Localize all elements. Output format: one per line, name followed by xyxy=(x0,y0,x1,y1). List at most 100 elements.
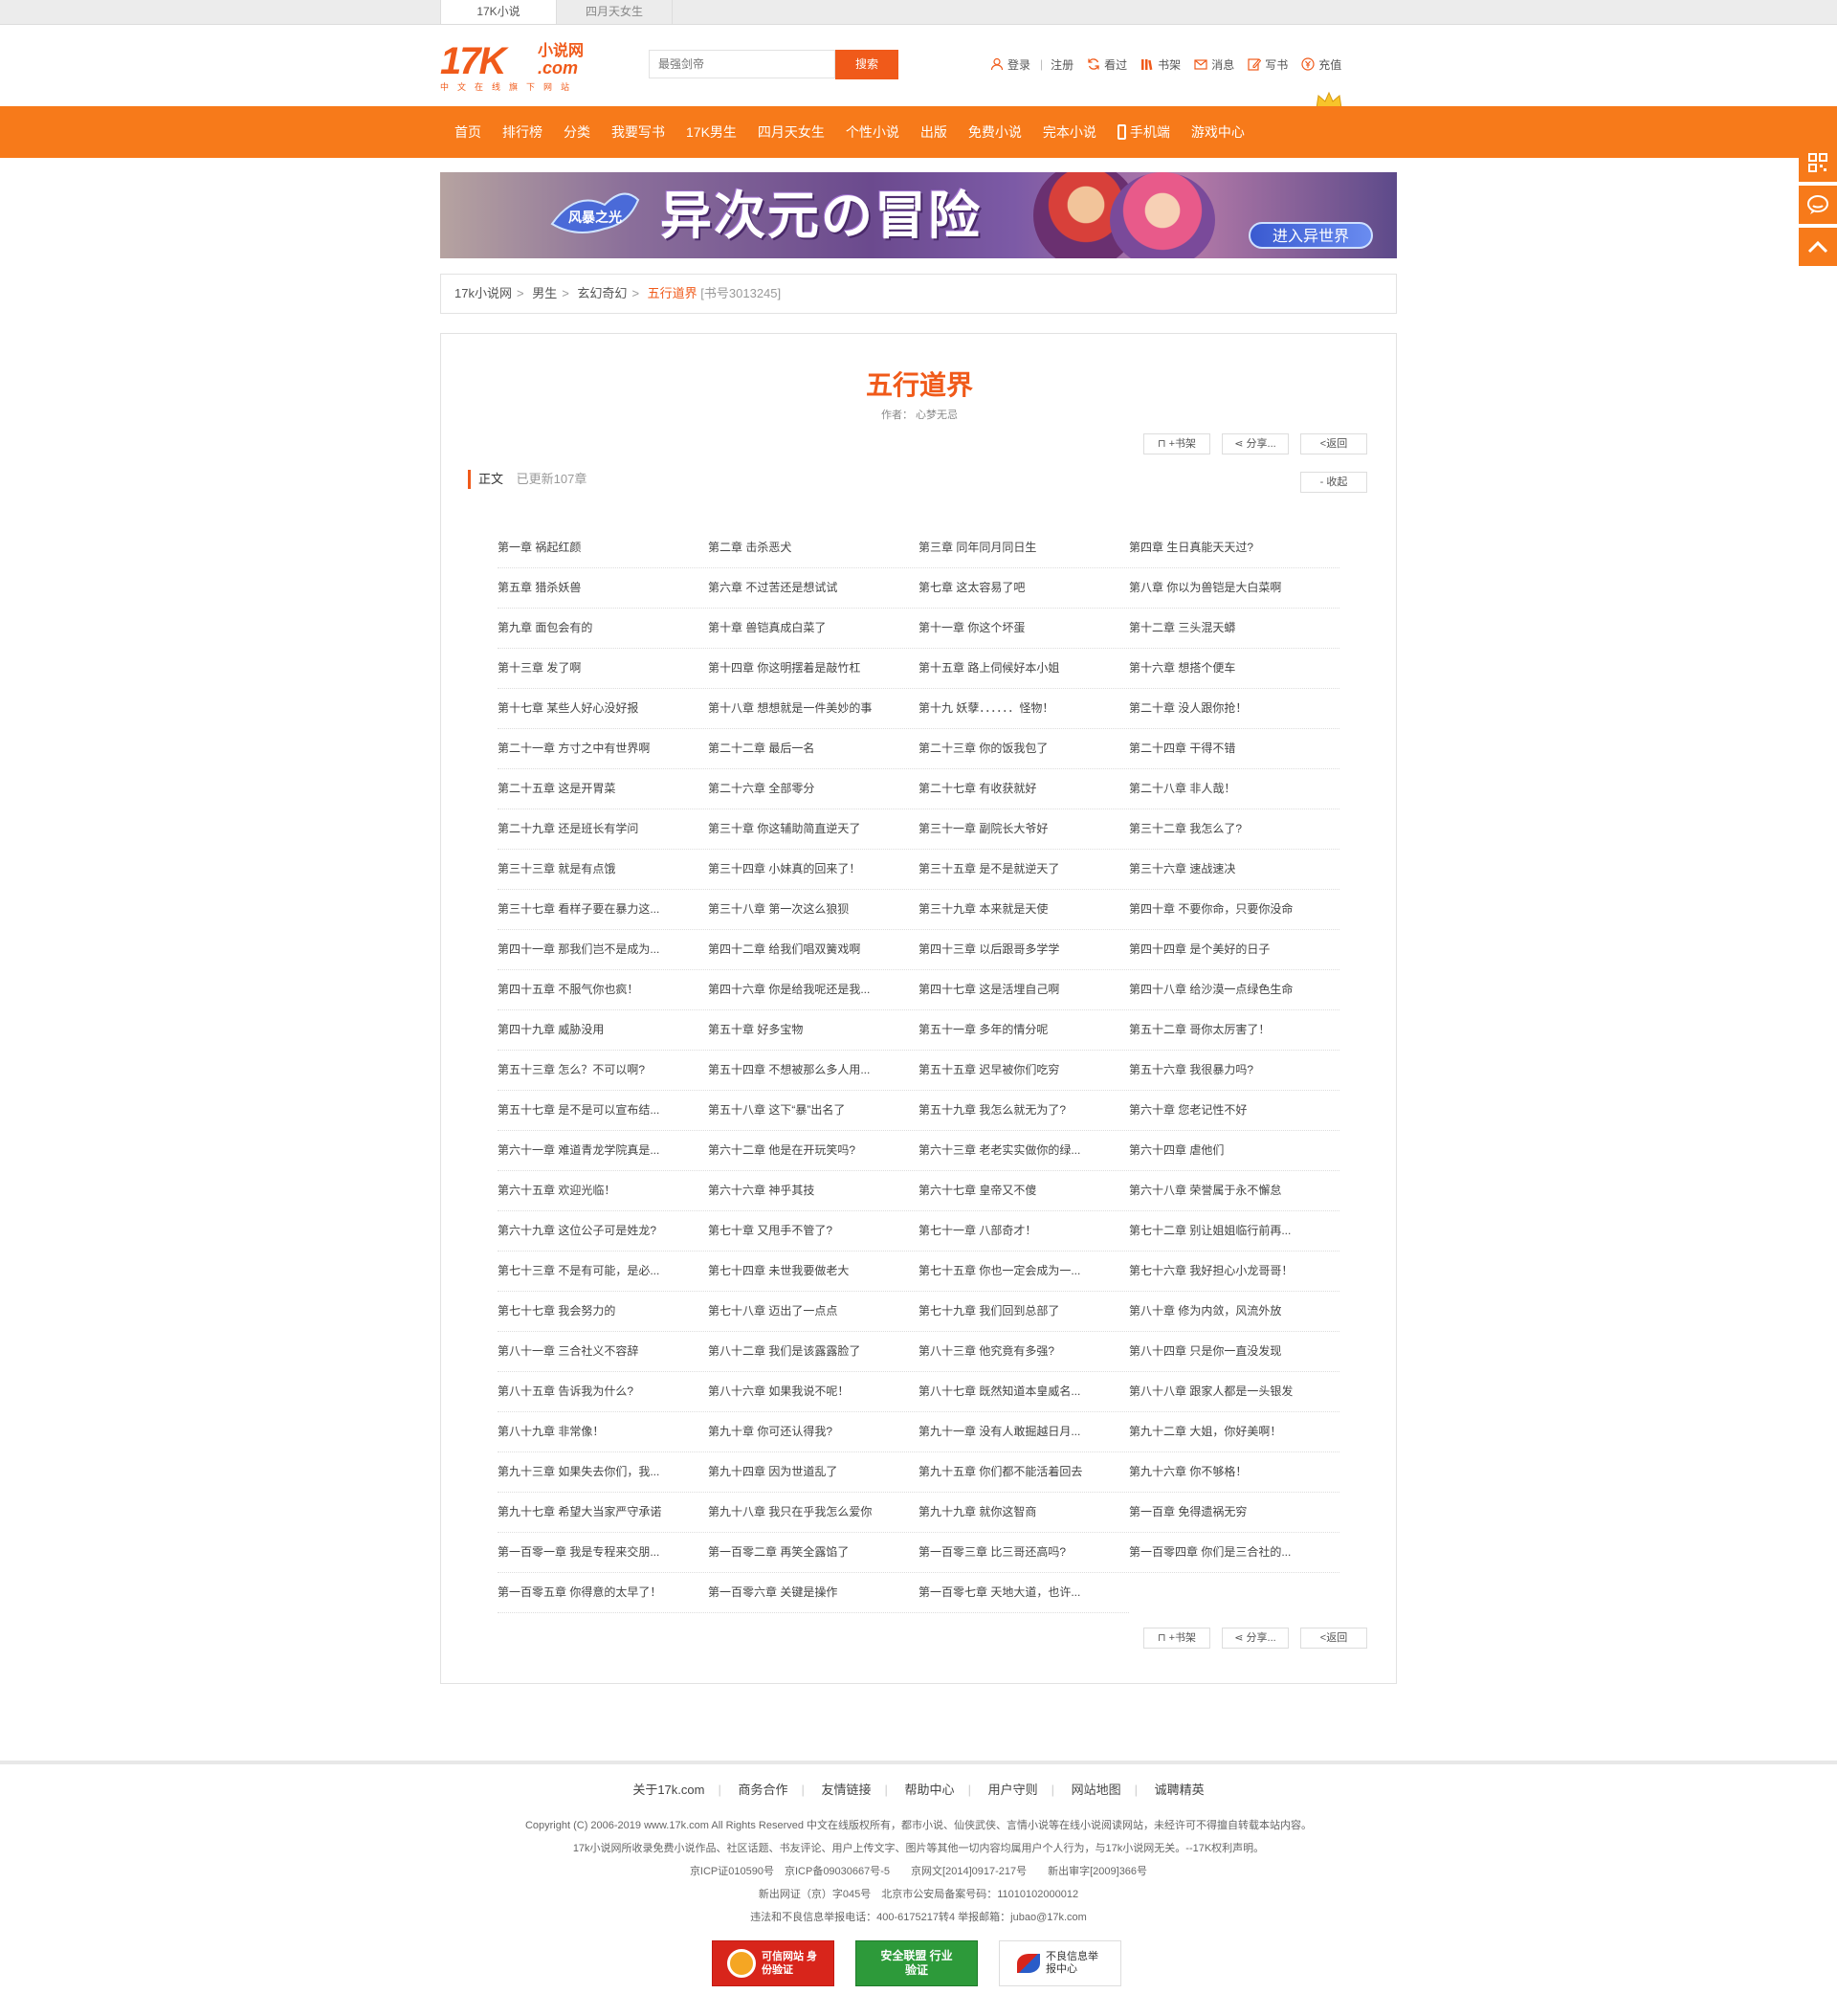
chapter-link[interactable]: 第三十八章 第一次这么狼狈 xyxy=(708,890,918,929)
crumb-book[interactable]: 五行道界 xyxy=(648,286,697,300)
chapter-link[interactable]: 第一百零五章 你得意的太早了！ xyxy=(498,1573,708,1612)
chapter-link[interactable]: 第十章 兽铠真成白菜了 xyxy=(708,609,918,648)
chapter-link[interactable]: 第九十五章 你们都不能活着回去 xyxy=(918,1452,1129,1492)
search-button[interactable]: 搜索 xyxy=(835,50,898,79)
recharge-link[interactable]: 充值 xyxy=(1301,56,1341,73)
chapter-link[interactable]: 第四十六章 你是给我呢还是我... xyxy=(708,970,918,1009)
chapter-link[interactable]: 第七章 这太容易了吧 xyxy=(918,568,1129,608)
crumb-home[interactable]: 17k小说网 xyxy=(454,286,512,300)
crumb-channel[interactable]: 男生 xyxy=(532,286,557,300)
chapter-link[interactable]: 第三章 同年同月同日生 xyxy=(918,528,1129,567)
chapter-link[interactable]: 第八章 你以为兽铠是大白菜啊 xyxy=(1129,568,1339,608)
chapter-link[interactable]: 第七十六章 我好担心小龙哥哥！ xyxy=(1129,1252,1339,1291)
footer-link-about[interactable]: 关于17k.com xyxy=(632,1783,704,1797)
chapter-link[interactable]: 第十六章 想搭个便车 xyxy=(1129,649,1339,688)
chapter-link[interactable]: 第八十九章 非常像！ xyxy=(498,1412,708,1451)
chapter-link[interactable]: 第三十一章 副院长大爷好 xyxy=(918,809,1129,849)
chapter-link[interactable]: 第八十章 修为内敛，风流外放 xyxy=(1129,1292,1339,1331)
nav-female[interactable]: 四月天女生 xyxy=(758,106,825,158)
chapter-link[interactable]: 第一百零二章 再笑全露馅了 xyxy=(708,1533,918,1572)
chapter-link[interactable]: 第六十一章 难道青龙学院真是... xyxy=(498,1131,708,1170)
chapter-link[interactable]: 第一百零四章 你们是三合社的... xyxy=(1129,1533,1339,1572)
chapter-link[interactable]: 第六十七章 皇帝又不傻 xyxy=(918,1171,1129,1210)
nav-write[interactable]: 我要写书 xyxy=(611,106,665,158)
chapter-link[interactable]: 第九十九章 就你这智商 xyxy=(918,1493,1129,1532)
service-button[interactable] xyxy=(1799,186,1837,224)
chapter-link[interactable]: 第七十一章 八部奇才！ xyxy=(918,1211,1129,1251)
chapter-link[interactable]: 第三十六章 速战速决 xyxy=(1129,850,1339,889)
chapter-link[interactable]: 第六十六章 神乎其技 xyxy=(708,1171,918,1210)
chapter-link[interactable]: 第二十章 没人跟你抢！ xyxy=(1129,689,1339,728)
chapter-link[interactable]: 第二十八章 非人哉！ xyxy=(1129,769,1339,809)
login-link[interactable]: 登录 xyxy=(990,56,1030,73)
nav-home[interactable]: 首页 xyxy=(454,106,481,158)
chapter-link[interactable]: 第十五章 路上伺候好本小姐 xyxy=(918,649,1129,688)
chapter-link[interactable]: 第九十七章 希望大当家严守承诺 xyxy=(498,1493,708,1532)
chapter-link[interactable]: 第十八章 想想就是一件美妙的事 xyxy=(708,689,918,728)
back-button[interactable]: <返回 xyxy=(1300,433,1367,454)
chapter-link[interactable]: 第一百章 免得遗祸无穷 xyxy=(1129,1493,1339,1532)
chapter-link[interactable]: 第二十二章 最后一名 xyxy=(708,729,918,768)
chapter-link[interactable]: 第七十三章 不是有可能，是必... xyxy=(498,1252,708,1291)
chapter-link[interactable]: 第一百零三章 比三哥还高吗? xyxy=(918,1533,1129,1572)
chapter-link[interactable]: 第四十二章 给我们唱双簧戏啊 xyxy=(708,930,918,969)
chapter-link[interactable]: 第四十九章 威胁没用 xyxy=(498,1010,708,1050)
tab-april-girls[interactable]: 四月天女生 xyxy=(557,0,673,24)
chapter-link[interactable]: 第七十二章 别让姐姐临行前再... xyxy=(1129,1211,1339,1251)
qrcode-button[interactable] xyxy=(1799,144,1837,182)
chapter-link[interactable]: 第十三章 发了啊 xyxy=(498,649,708,688)
crumb-category[interactable]: 玄幻奇幻 xyxy=(577,286,627,300)
chapter-link[interactable]: 第三十章 你这辅助简直逆天了 xyxy=(708,809,918,849)
chapter-link[interactable]: 第六章 不过苦还是想试试 xyxy=(708,568,918,608)
chapter-link[interactable]: 第七十四章 未世我要做老大 xyxy=(708,1252,918,1291)
chapter-link[interactable]: 第四十一章 那我们岂不是成为... xyxy=(498,930,708,969)
chapter-link[interactable]: 第五十三章 怎么？不可以啊? xyxy=(498,1051,708,1090)
chapter-link[interactable]: 第一章 祸起红颜 xyxy=(498,528,708,567)
chapter-link[interactable]: 第六十八章 荣誉属于永不懈怠 xyxy=(1129,1171,1339,1210)
tab-17k[interactable]: 17K小说 xyxy=(440,0,557,24)
footer-link-friends[interactable]: 友情链接 xyxy=(822,1783,872,1797)
chapter-link[interactable]: 第十四章 你这明摆着是敲竹杠 xyxy=(708,649,918,688)
safety-alliance-badge[interactable]: 安全联盟 行业验证 xyxy=(855,1940,978,1986)
chapter-link[interactable]: 第三十九章 本来就是天使 xyxy=(918,890,1129,929)
chapter-link[interactable]: 第九十四章 因为世道乱了 xyxy=(708,1452,918,1492)
chapter-link[interactable]: 第八十七章 既然知道本皇威名... xyxy=(918,1372,1129,1411)
chapter-link[interactable]: 第九十二章 大姐，你好美啊！ xyxy=(1129,1412,1339,1451)
chapter-link[interactable]: 第四十章 不要你命，只要你没命 xyxy=(1129,890,1339,929)
back-button-bottom[interactable]: <返回 xyxy=(1300,1628,1367,1649)
chapter-link[interactable]: 第九十三章 如果失去你们，我... xyxy=(498,1452,708,1492)
chapter-link[interactable]: 第二十七章 有收获就好 xyxy=(918,769,1129,809)
nav-mobile[interactable]: 手机端 xyxy=(1117,106,1170,158)
chapter-link[interactable]: 第二十六章 全部零分 xyxy=(708,769,918,809)
chapter-link[interactable]: 第五十八章 这下“暴”出名了 xyxy=(708,1091,918,1130)
chapter-link[interactable]: 第六十五章 欢迎光临！ xyxy=(498,1171,708,1210)
collapse-button[interactable]: - 收起 xyxy=(1300,472,1367,493)
chapter-link[interactable]: 第二十五章 这是开胃菜 xyxy=(498,769,708,809)
chapter-link[interactable]: 第五十二章 哥你太厉害了！ xyxy=(1129,1010,1339,1050)
chapter-link[interactable]: 第六十二章 他是在开玩笑吗? xyxy=(708,1131,918,1170)
banner-enter-button[interactable]: 进入异世界 xyxy=(1249,222,1373,249)
chapter-link[interactable]: 第六十章 您老记性不好 xyxy=(1129,1091,1339,1130)
chapter-link[interactable]: 第二十一章 方寸之中有世界啊 xyxy=(498,729,708,768)
chapter-link[interactable]: 第五十一章 多年的情分呢 xyxy=(918,1010,1129,1050)
nav-male[interactable]: 17K男生 xyxy=(686,106,737,158)
chapter-link[interactable]: 第五十五章 迟早被你们吃穷 xyxy=(918,1051,1129,1090)
chapter-link[interactable]: 第五十九章 我怎么就无为了? xyxy=(918,1091,1129,1130)
chapter-link[interactable]: 第五章 猎杀妖兽 xyxy=(498,568,708,608)
chapter-link[interactable]: 第一百零七章 天地大道，也许... xyxy=(918,1573,1129,1612)
chapter-link[interactable]: 第十七章 某些人好心没好报 xyxy=(498,689,708,728)
register-link[interactable]: 注册 xyxy=(1051,56,1073,73)
chapter-link[interactable]: 第九十章 你可还认得我? xyxy=(708,1412,918,1451)
chapter-link[interactable]: 第三十七章 看样子要在暴力这... xyxy=(498,890,708,929)
share-button-bottom[interactable]: ⋖ 分享... xyxy=(1222,1628,1289,1649)
chapter-link[interactable]: 第八十三章 他究竟有多强? xyxy=(918,1332,1129,1371)
chapter-link[interactable]: 第四十三章 以后跟哥多学学 xyxy=(918,930,1129,969)
chapter-link[interactable]: 第八十四章 只是你一直没发现 xyxy=(1129,1332,1339,1371)
trusted-site-badge[interactable]: 可信网站 身份验证 xyxy=(712,1940,834,1986)
chapter-link[interactable]: 第七十七章 我会努力的 xyxy=(498,1292,708,1331)
footer-link-jobs[interactable]: 诚聘精英 xyxy=(1155,1783,1205,1797)
chapter-link[interactable]: 第五十六章 我很暴力吗? xyxy=(1129,1051,1339,1090)
chapter-link[interactable]: 第八十五章 告诉我为什么? xyxy=(498,1372,708,1411)
chapter-link[interactable]: 第六十四章 虐他们 xyxy=(1129,1131,1339,1170)
chapter-link[interactable]: 第四十七章 这是活埋自己啊 xyxy=(918,970,1129,1009)
